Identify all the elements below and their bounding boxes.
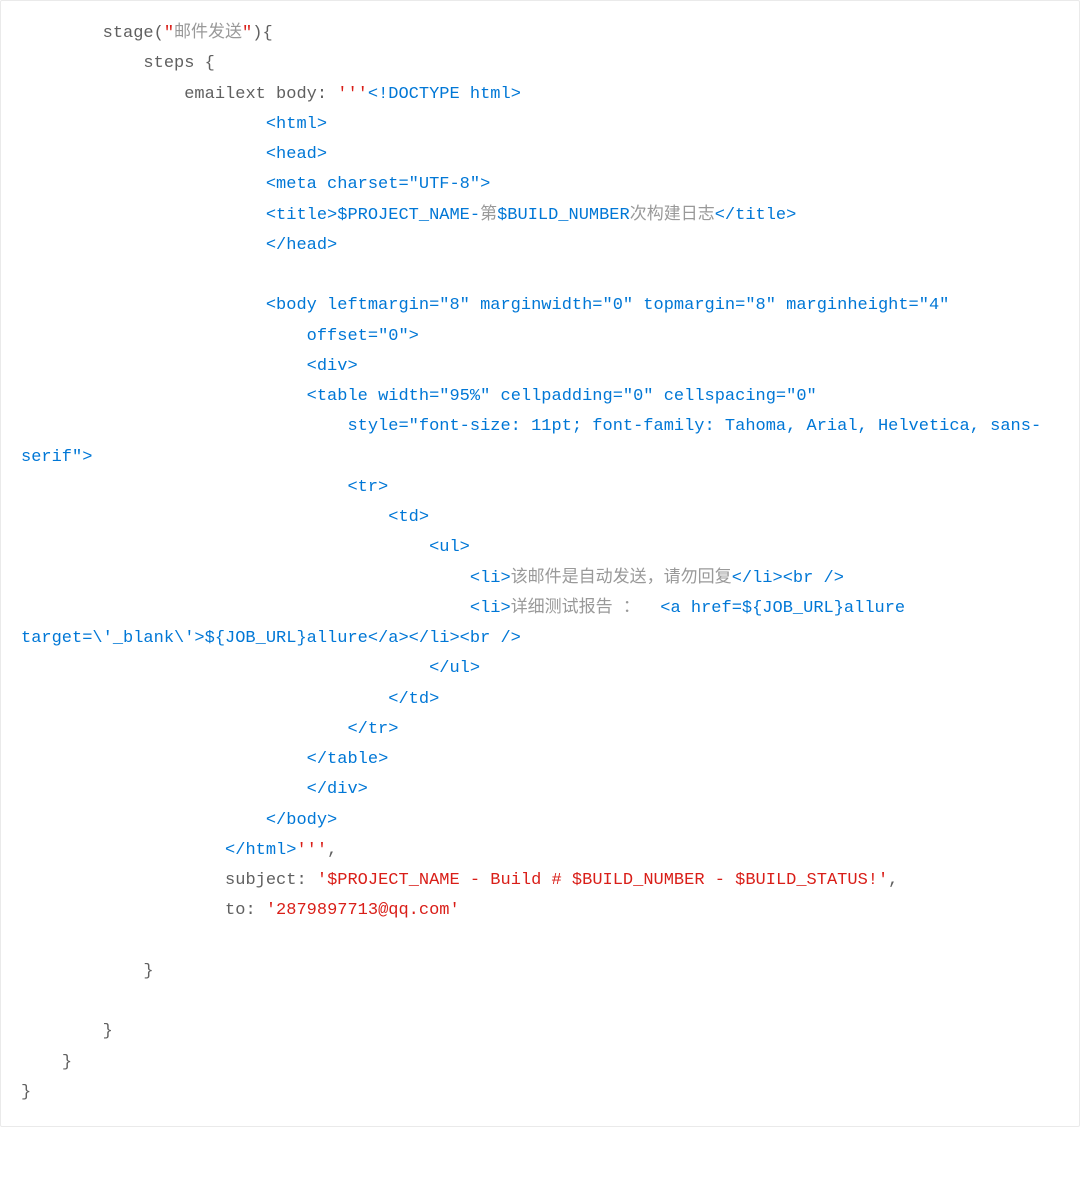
code-line: emailext body: '''<!DOCTYPE html> <box>21 85 521 104</box>
code-block: stage("邮件发送"){ steps { emailext body: ''… <box>21 19 1059 1108</box>
code-line: <body leftmargin="8" marginwidth="0" top… <box>21 296 949 315</box>
code-line: </head> <box>21 236 337 255</box>
code-line: <head> <box>21 145 327 164</box>
code-line: <li>该邮件是自动发送，请勿回复</li><br /> <box>21 569 844 588</box>
code-line: </tr> <box>21 720 398 739</box>
code-line: } <box>21 962 154 981</box>
code-line: <meta charset="UTF-8"> <box>21 175 490 194</box>
code-line: offset="0"> <box>21 327 419 346</box>
code-line: subject: '$PROJECT_NAME - Build # $BUILD… <box>21 871 898 890</box>
code-line: } <box>21 1022 113 1041</box>
code-line: } <box>21 1053 72 1072</box>
code-line: style="font-size: 11pt; font-family: Tah… <box>21 417 1041 466</box>
code-line: <td> <box>21 508 429 527</box>
code-line: <html> <box>21 115 327 134</box>
code-line: <title>$PROJECT_NAME-第$BUILD_NUMBER次构建日志… <box>21 206 796 225</box>
code-line: <div> <box>21 357 358 376</box>
code-line: } <box>21 1083 31 1102</box>
code-line: <table width="95%" cellpadding="0" cells… <box>21 387 817 406</box>
code-line: <li>详细测试报告 ： <a href=${JOB_URL}allure ta… <box>21 599 915 648</box>
code-line: <tr> <box>21 478 388 497</box>
code-line: steps { <box>21 54 215 73</box>
code-line: stage("邮件发送"){ <box>21 24 273 43</box>
code-line: </body> <box>21 811 337 830</box>
code-line: </ul> <box>21 659 480 678</box>
code-line: </table> <box>21 750 388 769</box>
code-line: </div> <box>21 780 368 799</box>
code-line: </html>''', <box>21 841 337 860</box>
code-line: <ul> <box>21 538 470 557</box>
code-line: </td> <box>21 690 439 709</box>
code-line: to: '2879897713@qq.com' <box>21 901 460 920</box>
